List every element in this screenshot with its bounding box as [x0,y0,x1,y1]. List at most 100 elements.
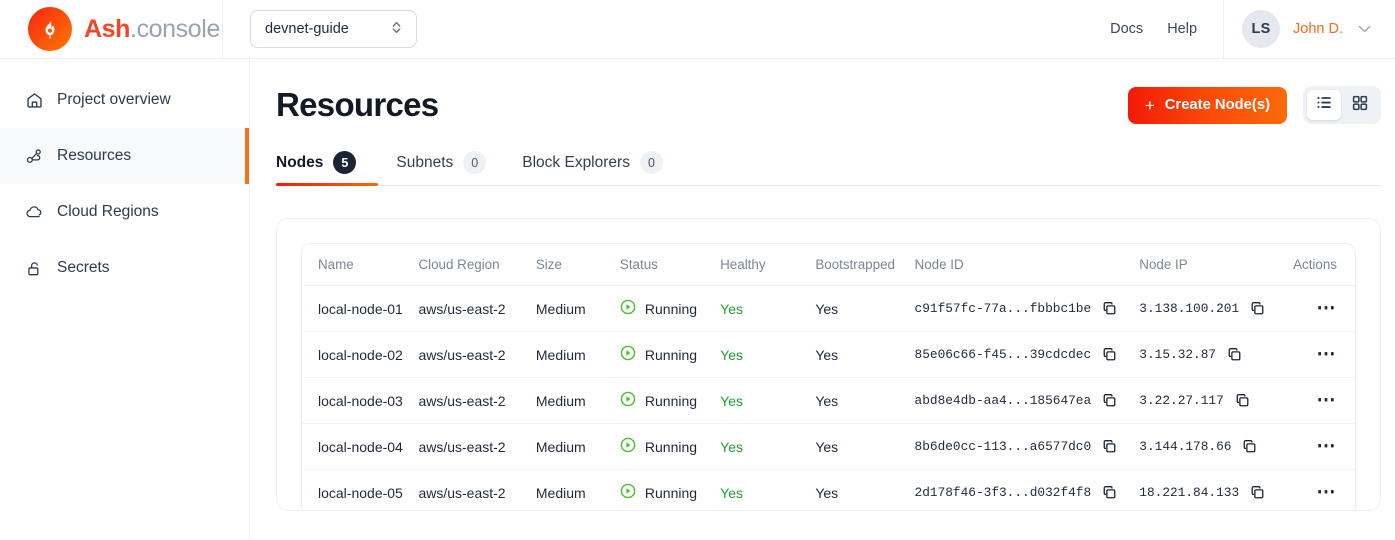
brand-logo[interactable]: Ash.console [0,7,222,51]
table-row[interactable]: local-node-04 aws/us-east-2 Medium Runni… [302,423,1355,470]
copy-icon[interactable] [1250,485,1265,500]
cell-bootstrapped: Yes [815,423,915,470]
cell-status: Running [619,423,721,470]
copy-icon[interactable] [1102,301,1117,316]
cell-node-id: abd8e4db-aa4...185647ea [914,377,1140,424]
sidebar-item-cloud-regions[interactable]: Cloud Regions [0,184,249,240]
cell-cloud-region: aws/us-east-2 [418,377,536,424]
node-ip-value: 3.15.32.87 [1139,347,1217,362]
node-id-value: 85e06c66-f45...39cdcdec [914,347,1092,362]
cell-node-ip: 3.138.100.201 [1139,285,1280,332]
tab-subnets[interactable]: Subnets 0 [378,151,504,185]
sidebar-item-project-overview[interactable]: Project overview [0,72,249,128]
sidebar-item-label: Project overview [57,91,171,108]
sidebar-item-secrets[interactable]: Secrets [0,240,249,296]
cell-name: local-node-05 [318,484,403,501]
column-header-healthy: Healthy [720,244,816,286]
top-bar: Ash.console devnet-guide Docs Help LS Jo… [0,0,1395,59]
node-id-value: 2d178f46-3f3...d032f4f8 [914,485,1092,500]
cell-cloud-region: aws/us-east-2 [418,285,536,332]
table-row[interactable]: local-node-01 aws/us-east-2 Medium Runni… [302,285,1355,332]
help-link[interactable]: Help [1155,21,1209,37]
ellipsis-icon[interactable]: ⋯ [1317,391,1338,410]
list-view-button[interactable] [1307,90,1341,120]
table-row[interactable]: local-node-02 aws/us-east-2 Medium Runni… [302,331,1355,378]
status-label: Running [644,392,698,409]
cell-status: Running [620,470,720,511]
table-row[interactable]: local-node-05 aws/us-east-2 Medium Runni… [302,470,1355,511]
cell-name: local-node-02 [302,331,419,378]
cell-size: Medium [535,285,620,332]
cell-bootstrapped: Yes [815,285,915,332]
flame-icon [28,7,72,51]
page-header-actions: + Create Node(s) [1127,86,1381,124]
cell-healthy: Yes [720,377,816,424]
column-header-name: Name [302,244,419,286]
node-ip-value: 3.22.27.117 [1139,393,1224,408]
copy-icon[interactable] [1250,301,1265,316]
home-icon [24,90,44,110]
cell-size: Medium [535,377,620,424]
node-ip-value: 3.144.178.66 [1139,439,1232,454]
docs-link[interactable]: Docs [1098,21,1155,37]
cell-actions: ⋯ [1279,331,1355,378]
play-circle-icon [620,345,636,364]
cell-healthy: Yes [720,484,743,501]
cell-cloud-region: aws/us-east-2 [418,484,506,501]
app-root: Ash.console devnet-guide Docs Help LS Jo… [0,0,1395,540]
copy-icon[interactable] [1242,439,1257,454]
cell-status: Running [619,285,721,332]
copy-icon[interactable] [1102,347,1117,362]
ellipsis-icon[interactable]: ⋯ [1317,483,1338,502]
topbar-right-divider [1223,0,1225,59]
brand-name-secondary: .console [130,14,220,43]
table-row[interactable]: local-node-03 aws/us-east-2 Medium Runni… [302,377,1355,424]
share-nodes-icon [24,146,44,166]
list-view-icon [1316,94,1333,116]
grid-view-icon [1352,95,1368,116]
copy-icon[interactable] [1102,439,1117,454]
tab-count-badge: 0 [639,151,663,174]
project-select[interactable]: devnet-guide [250,10,417,48]
column-header-bootstrapped: Bootstrapped [815,244,915,286]
main-content: Resources + Create Node(s) Nodes 5 Subne… [250,59,1395,540]
column-header-actions: Actions [1279,244,1355,286]
column-header-cloud-region: Cloud Region [418,244,536,286]
table-header-row: Name Cloud Region Size Status Healthy Bo… [302,244,1355,286]
grid-view-button[interactable] [1343,90,1377,120]
cell-bootstrapped: Yes [815,484,839,501]
ellipsis-icon[interactable]: ⋯ [1317,299,1338,318]
cell-node-id: 8b6de0cc-113...a6577dc0 [914,423,1140,470]
copy-icon[interactable] [1235,393,1250,408]
column-header-status: Status [619,244,721,286]
tab-nodes[interactable]: Nodes 5 [276,151,379,186]
tab-label: Nodes [276,153,324,171]
cell-size: Medium [535,484,586,501]
chevron-updown-icon [390,20,403,39]
view-toggle-group [1303,86,1381,124]
create-nodes-button[interactable]: + Create Node(s) [1127,86,1287,124]
play-circle-icon [620,299,636,318]
user-menu[interactable]: LS John D. [1242,10,1371,48]
cell-healthy: Yes [720,423,816,470]
nodes-card: Name Cloud Region Size Status Healthy Bo… [276,218,1381,511]
cell-actions: ⋯ [1279,470,1355,511]
topbar-right: Docs Help LS John D. [1098,0,1395,59]
ellipsis-icon[interactable]: ⋯ [1317,345,1338,364]
sidebar: Project overview Resources Cloud Regions… [0,59,250,538]
column-header-size: Size [535,244,620,286]
column-header-node-id: Node ID [914,244,1140,286]
cell-status: Running [619,377,721,424]
ellipsis-icon[interactable]: ⋯ [1317,437,1338,456]
copy-icon[interactable] [1227,347,1242,362]
tab-block-explorers[interactable]: Block Explorers 0 [504,151,681,185]
copy-icon[interactable] [1102,393,1117,408]
page-header: Resources + Create Node(s) [276,59,1381,124]
copy-icon[interactable] [1102,485,1117,500]
status-label: Running [644,484,698,501]
play-circle-icon [620,437,636,456]
sidebar-item-resources[interactable]: Resources [0,128,249,184]
project-select-value: devnet-guide [265,21,349,37]
sidebar-item-label: Secrets [57,259,110,276]
cell-size: Medium [535,331,620,378]
